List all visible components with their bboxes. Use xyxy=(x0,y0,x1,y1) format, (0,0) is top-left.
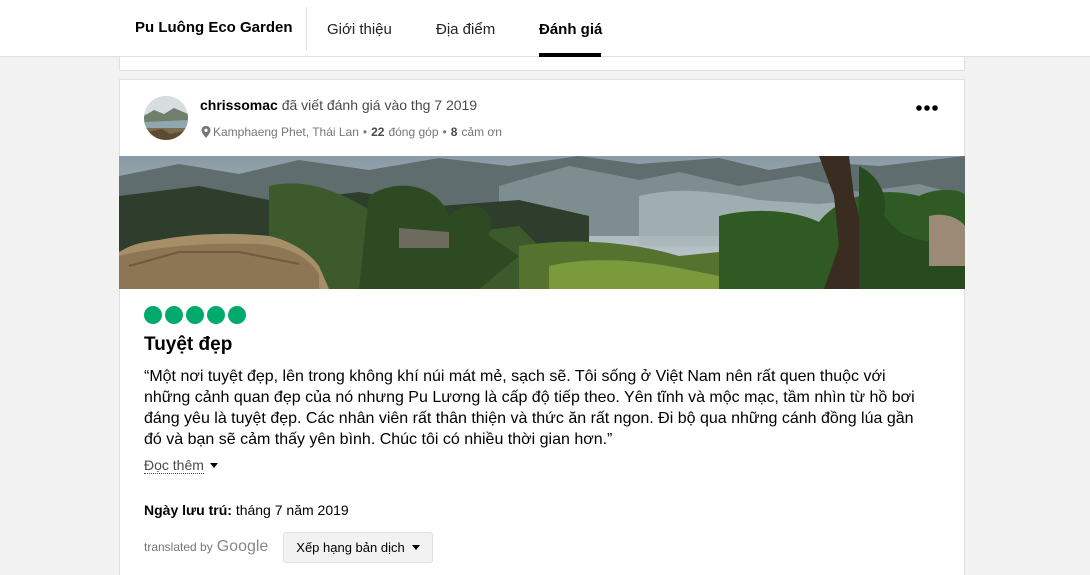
review-card xyxy=(119,79,965,575)
more-horizontal-icon[interactable] xyxy=(914,98,940,118)
review-body: “Một nơi tuyệt đẹp, lên trong không khí … xyxy=(144,368,915,448)
rating-bubble xyxy=(165,306,183,324)
reviewer-username[interactable]: chrissomac xyxy=(200,97,278,113)
avatar[interactable] xyxy=(144,96,188,140)
date-of-stay: Ngày lưu trú: tháng 7 năm 2019 xyxy=(144,502,349,518)
rate-translation-label: Xếp hạng bản dịch xyxy=(296,540,405,555)
review-title[interactable]: Tuyệt đẹp xyxy=(144,334,232,356)
previous-card-edge xyxy=(119,57,965,71)
reviewer-location: Kamphaeng Phet, Thái Lan xyxy=(213,125,359,139)
rating-bubble xyxy=(144,306,162,324)
google-logo: Google xyxy=(216,538,269,555)
read-more-button[interactable]: Đọc thêm xyxy=(144,457,218,474)
tab-reviews[interactable]: Đánh giá xyxy=(539,21,602,38)
meta-separator: • xyxy=(442,125,447,139)
rating-bubble xyxy=(228,306,246,324)
contributions-count: 22 xyxy=(371,125,385,139)
tab-about[interactable]: Giới thiệu xyxy=(327,21,392,38)
review-photo[interactable] xyxy=(119,156,965,289)
stay-value: tháng 7 năm 2019 xyxy=(235,502,349,518)
map-pin-icon xyxy=(201,126,211,138)
rating-bubble xyxy=(186,306,204,324)
stay-label: Ngày lưu trú: xyxy=(144,502,232,518)
meta-separator: • xyxy=(362,125,368,139)
read-more-label: Đọc thêm xyxy=(144,457,204,474)
rating-bubbles xyxy=(144,306,246,324)
contributions-label: đóng góp xyxy=(388,125,439,139)
top-nav-bar: Pu Luông Eco Garden Giới thiệu Địa điểm … xyxy=(0,0,1090,57)
reviewer-meta: Kamphaeng Phet, Thái Lan • 22 đóng góp •… xyxy=(201,125,502,139)
caret-down-icon xyxy=(209,463,218,468)
brand-title[interactable]: Pu Luông Eco Garden xyxy=(135,19,293,36)
rating-bubble xyxy=(207,306,225,324)
review-written-date: đã viết đánh giá vào thg 7 2019 xyxy=(281,97,478,113)
helpful-count: 8 xyxy=(450,125,458,139)
translated-by-label: translated by xyxy=(144,540,213,554)
rate-translation-button[interactable]: Xếp hạng bản dịch xyxy=(283,532,433,563)
caret-down-icon xyxy=(411,545,420,550)
helpful-label: cảm ơn xyxy=(461,125,502,139)
tab-location[interactable]: Địa điểm xyxy=(436,21,495,38)
translated-by-google: translated by Google xyxy=(144,538,268,556)
review-author-line: chrissomac đã viết đánh giá vào thg 7 20… xyxy=(200,97,477,113)
nav-divider xyxy=(306,7,307,51)
